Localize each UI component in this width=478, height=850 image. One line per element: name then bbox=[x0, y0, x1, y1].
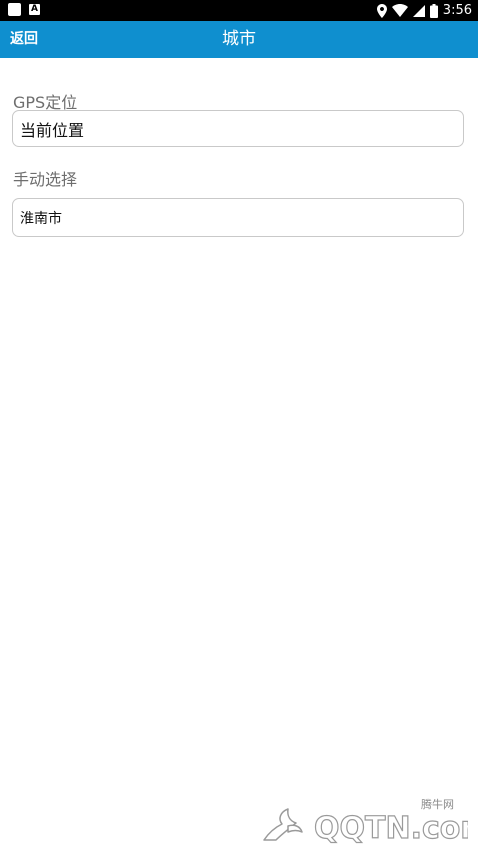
manual-city-value: 淮南市 bbox=[20, 210, 62, 227]
status-bar: A 3:56 bbox=[0, 0, 478, 21]
watermark: 腾牛网 QQTN.com bbox=[258, 796, 468, 844]
svg-text:QQTN.com: QQTN.com bbox=[314, 811, 468, 844]
page-title: 城市 bbox=[222, 29, 256, 49]
notification-icon bbox=[8, 3, 21, 16]
gps-location-value: 当前位置 bbox=[20, 120, 85, 140]
status-time: 3:56 bbox=[442, 3, 472, 18]
battery-icon bbox=[429, 3, 438, 18]
wifi-icon bbox=[391, 4, 408, 17]
text-a-icon: A bbox=[29, 4, 40, 15]
manual-section-label: 手动选择 bbox=[13, 170, 78, 189]
location-icon bbox=[376, 3, 387, 18]
app-bar: 返回 城市 bbox=[0, 21, 478, 58]
watermark-logo: QQTN.com bbox=[263, 808, 468, 844]
manual-city-field[interactable]: 淮南市 bbox=[12, 198, 464, 237]
gps-location-field[interactable]: 当前位置 bbox=[12, 110, 464, 147]
signal-icon bbox=[412, 4, 425, 17]
